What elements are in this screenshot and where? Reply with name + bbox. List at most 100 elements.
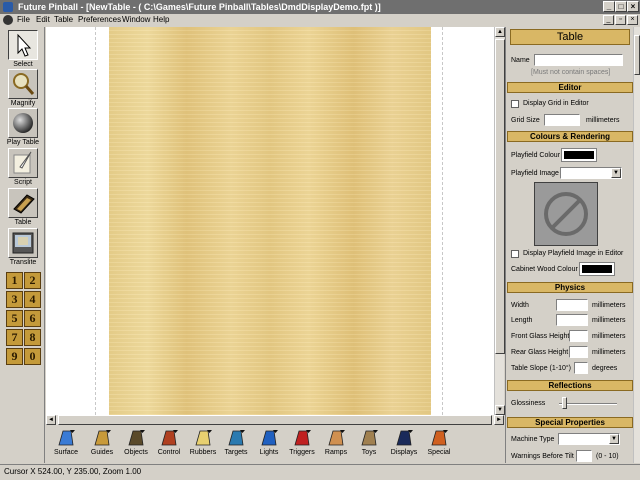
tool-label: Rubbers [189,449,217,456]
tool-rubbers[interactable]: Rubbers [185,428,221,458]
playfield-image-label: Playfield Image [511,170,559,177]
properties-panel: Table Name [Must not contain spaces] Edi… [505,27,640,463]
tool-label: Surface [53,449,79,456]
tool-ramps[interactable]: Ramps [318,428,354,458]
tool-label: Script [14,179,32,186]
status-bar: Cursor X 524.00, Y 235.00, Zoom 1.00 [0,464,640,480]
maximize-button[interactable]: □ [615,1,627,12]
front-glass-input[interactable] [569,330,588,342]
tool-label: Play Table [6,139,40,146]
front-glass-label: Front Glass Height [511,333,570,340]
menu-file[interactable]: File [17,15,30,25]
number-button-8[interactable]: 8 [24,329,41,346]
tool-play-table[interactable]: Play Table [4,108,42,147]
tool-toys[interactable]: Toys [351,428,387,458]
scroll-up-icon[interactable]: ▲ [495,27,505,37]
number-button-2[interactable]: 2 [24,272,41,289]
playfield[interactable] [109,27,431,415]
chevron-down-icon[interactable]: ▼ [609,434,619,444]
tool-magnify[interactable]: Magnify [4,69,42,108]
ramps-icon [325,428,347,448]
panel-scroll-thumb[interactable] [634,35,640,75]
editor-canvas[interactable] [46,27,494,415]
menu-table[interactable]: Table [54,15,73,25]
tool-select[interactable]: Select [4,30,42,69]
tool-translite[interactable]: Translite [4,228,42,267]
display-image-checkbox[interactable] [511,250,519,258]
machine-type-select[interactable]: ▼ [558,433,620,445]
display-grid-checkbox[interactable] [511,100,519,108]
menu-help[interactable]: Help [153,15,169,25]
rubbers-icon [192,428,214,448]
number-button-4[interactable]: 4 [24,291,41,308]
tool-label: Control [157,449,181,456]
tool-label: Special [427,449,451,456]
objects-icon [125,428,147,448]
grid-size-input[interactable] [544,114,580,126]
tool-table[interactable]: Table [4,188,42,227]
tool-label: Toys [361,449,377,456]
table-slope-input[interactable] [574,362,588,374]
warnings-label: Warnings Before Tilt [511,453,574,460]
surface-icon [55,428,77,448]
horizontal-scroll-thumb[interactable] [58,415,492,425]
tool-control[interactable]: Control [151,428,187,458]
number-button-1[interactable]: 1 [6,272,23,289]
menu-edit[interactable]: Edit [36,15,50,25]
number-button-3[interactable]: 3 [6,291,23,308]
control-icon [158,428,180,448]
glossiness-slider-handle[interactable] [562,397,567,409]
name-input[interactable] [534,54,623,66]
tool-objects[interactable]: Objects [118,428,154,458]
minimize-button[interactable]: _ [603,1,615,12]
name-hint: [Must not contain spaces] [531,69,611,76]
vertical-scroll-thumb[interactable] [495,39,505,354]
canvas-guide-right [442,27,443,415]
glossiness-label: Glossiness [511,400,546,407]
scroll-left-icon[interactable]: ◄ [46,415,56,425]
warnings-input[interactable] [576,450,592,462]
number-button-5[interactable]: 5 [6,310,23,327]
rear-glass-label: Rear Glass Height [511,349,569,356]
width-input[interactable] [556,299,588,311]
tool-targets[interactable]: Targets [218,428,254,458]
mdi-close-button[interactable]: × [627,15,638,25]
cabinet-colour-swatch[interactable] [579,262,615,276]
scroll-down-icon[interactable]: ▼ [495,405,505,415]
scroll-right-icon[interactable]: ► [494,415,504,425]
tool-displays[interactable]: Displays [386,428,422,458]
close-button[interactable]: × [627,1,639,12]
number-button-0[interactable]: 0 [24,348,41,365]
menu-preferences[interactable]: Preferences [78,15,121,25]
vertical-scrollbar[interactable]: ▲ ▼ [494,27,505,415]
playfield-image-select[interactable]: ▼ [560,167,622,179]
number-button-7[interactable]: 7 [6,329,23,346]
tool-script[interactable]: Script [4,148,42,187]
tool-guides[interactable]: Guides [84,428,120,458]
length-input[interactable] [556,314,588,326]
document-icon[interactable] [3,15,13,25]
tool-special[interactable]: Special [421,428,457,458]
rear-glass-unit: millimeters [592,349,626,356]
number-button-6[interactable]: 6 [24,310,41,327]
tool-surface[interactable]: Surface [48,428,84,458]
playfield-colour-swatch[interactable] [561,148,597,162]
tool-triggers[interactable]: Triggers [284,428,320,458]
warnings-range: (0 - 10) [596,453,619,460]
tool-label: Displays [390,449,418,456]
number-button-9[interactable]: 9 [6,348,23,365]
bottom-toolbar: Surface Guides Objects Control Rubbers Target… [46,425,504,463]
tool-label: Guides [90,449,114,456]
triggers-icon [291,428,313,448]
menu-window[interactable]: Window [122,15,150,25]
horizontal-scrollbar[interactable]: ◄ ► [46,415,504,425]
mdi-minimize-button[interactable]: _ [603,15,614,25]
glossiness-slider[interactable] [559,403,617,405]
rear-glass-input[interactable] [569,346,588,358]
panel-scrollbar[interactable] [633,27,640,463]
mdi-restore-button[interactable]: ▫ [615,15,626,25]
tool-lights[interactable]: Lights [251,428,287,458]
arrow-cursor-icon [17,33,32,57]
chevron-down-icon[interactable]: ▼ [611,168,621,178]
tool-label: Ramps [324,449,348,456]
